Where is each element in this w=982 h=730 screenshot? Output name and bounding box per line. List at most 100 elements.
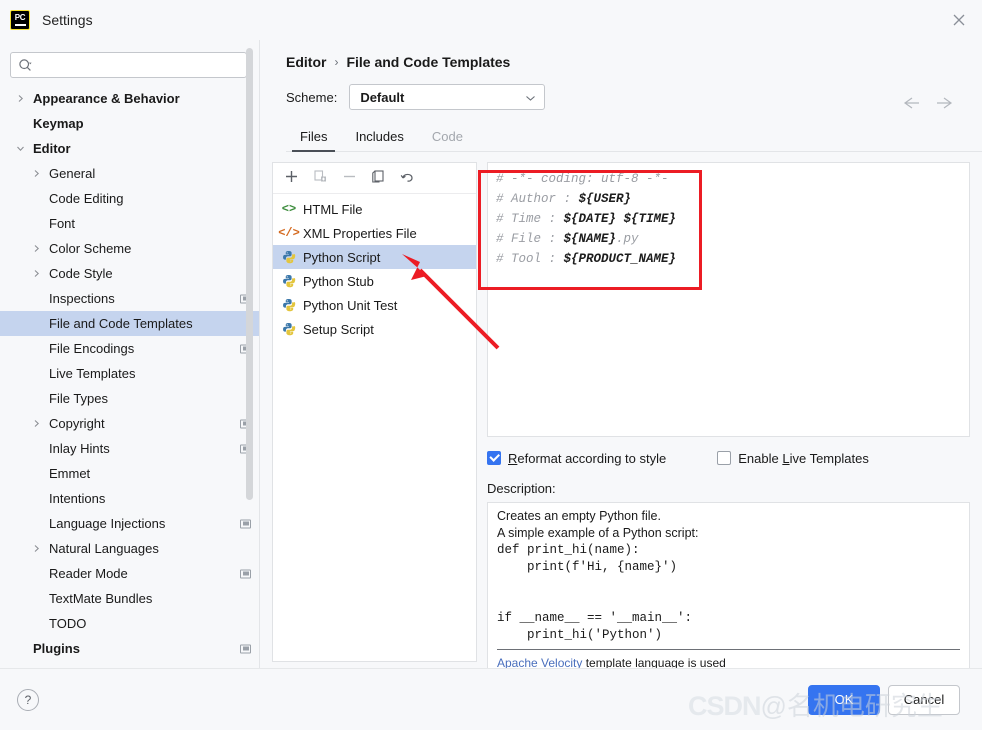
live-templates-label-post: ive Templates (789, 450, 869, 466)
reformat-checkbox[interactable] (487, 451, 501, 465)
sidebar-item-editor[interactable]: Editor (0, 136, 259, 161)
sidebar-item-label: TODO (49, 616, 87, 631)
sidebar-item-label: Natural Languages (49, 541, 159, 556)
sidebar-item-intentions[interactable]: Intentions (0, 486, 259, 511)
chevron-right-icon[interactable] (28, 244, 44, 253)
breadcrumb-current: File and Code Templates (346, 54, 511, 70)
xml-tag-icon: </> (278, 226, 300, 240)
arrow-right-icon[interactable] (936, 96, 956, 110)
search-input[interactable] (33, 56, 246, 74)
close-icon[interactable] (950, 11, 968, 29)
sidebar-item-natural-languages[interactable]: Natural Languages (0, 536, 259, 561)
reset-arrow-icon[interactable] (400, 169, 416, 187)
template-item-html-file[interactable]: <> HTML File (273, 197, 476, 221)
title-bar: PC Settings (0, 0, 982, 40)
tab-code[interactable]: Code (418, 129, 477, 151)
sidebar-item-label: Intentions (49, 491, 106, 506)
sidebar-item-appearance-behavior[interactable]: Appearance & Behavior (0, 86, 259, 111)
template-editor[interactable]: # -*- coding: utf-8 -*- # Author : ${USER… (487, 162, 970, 437)
sidebar-item-label: Keymap (33, 116, 84, 131)
chevron-right-icon[interactable] (28, 269, 44, 278)
sidebar-scrollbar[interactable] (246, 48, 253, 500)
tab-files[interactable]: Files (286, 129, 341, 152)
editor-token: # Time : (496, 212, 564, 226)
template-item-label: Python Unit Test (303, 297, 398, 313)
template-item-python-stub[interactable]: Python Stub (273, 269, 476, 293)
editor-token: # File : (496, 232, 564, 246)
sidebar-item-file-and-code-templates[interactable]: File and Code Templates (0, 311, 259, 336)
chevron-right-icon[interactable] (28, 419, 44, 428)
description-line: print(f'Hi, {name}') (497, 560, 678, 574)
dialog-footer: ? OK Cancel (0, 668, 982, 730)
sidebar-item-plugins[interactable]: Plugins (0, 636, 259, 661)
sidebar-item-color-scheme[interactable]: Color Scheme (0, 236, 259, 261)
settings-sidebar: Appearance & Behavior Keymap Editor General… (0, 40, 260, 708)
reformat-label-text: eformat according to style (517, 450, 667, 466)
search-box[interactable] (10, 52, 247, 78)
tab-includes[interactable]: Includes (341, 129, 417, 151)
live-templates-checkbox-item[interactable]: Enable Live Templates (717, 451, 869, 466)
sidebar-item-inlay-hints[interactable]: Inlay Hints (0, 436, 259, 461)
sidebar-item-language-injections[interactable]: Language Injections (0, 511, 259, 536)
duplicate-icon[interactable] (371, 169, 386, 187)
breadcrumb-parent[interactable]: Editor (286, 54, 326, 70)
pycharm-logo-icon: PC (10, 10, 30, 30)
template-item-label: HTML File (303, 201, 363, 217)
settings-sync-badge-icon (240, 569, 251, 578)
scheme-select[interactable]: Default (349, 84, 546, 110)
help-button[interactable]: ? (17, 688, 39, 711)
sidebar-item-label: File and Code Templates (49, 316, 193, 331)
sidebar-item-label: Inlay Hints (49, 441, 110, 456)
sidebar-item-todo[interactable]: TODO (0, 611, 259, 636)
search-icon (18, 58, 33, 73)
scheme-label: Scheme: (286, 89, 338, 105)
sidebar-item-code-style[interactable]: Code Style (0, 261, 259, 286)
sidebar-item-inspections[interactable]: Inspections (0, 286, 259, 311)
python-file-icon (281, 322, 297, 336)
plus-icon[interactable] (284, 169, 299, 187)
template-item-setup-script[interactable]: Setup Script (273, 317, 476, 341)
sidebar-item-live-templates[interactable]: Live Templates (0, 361, 259, 386)
cancel-button[interactable]: Cancel (888, 684, 960, 715)
chevron-right-icon[interactable] (28, 169, 44, 178)
chevron-right-icon[interactable] (28, 544, 44, 553)
chevron-down-icon[interactable] (12, 144, 28, 153)
sidebar-item-file-types[interactable]: File Types (0, 386, 259, 411)
sidebar-item-label: File Types (49, 391, 109, 406)
sidebar-item-label: Inspections (49, 291, 115, 306)
template-options-row: Reformat according to style Enable Live … (487, 448, 970, 468)
live-templates-mnemonic: L (782, 450, 790, 466)
live-templates-checkbox[interactable] (717, 451, 732, 465)
copy-template-icon[interactable] (313, 169, 328, 187)
template-item-python-unit-test[interactable]: Python Unit Test (273, 293, 476, 317)
sidebar-item-code-editing[interactable]: Code Editing (0, 186, 259, 211)
sidebar-item-font[interactable]: Font (0, 211, 259, 236)
arrow-left-icon[interactable] (900, 96, 920, 110)
scheme-row: Scheme: Default (260, 70, 982, 110)
template-item-label: Setup Script (303, 321, 374, 337)
template-editor-column: # -*- coding: utf-8 -*- # Author : ${USER… (487, 162, 970, 680)
sidebar-item-textmate-bundles[interactable]: TextMate Bundles (0, 586, 259, 611)
minus-icon[interactable] (342, 169, 357, 187)
editor-token: ${DATE} ${TIME} (563, 212, 677, 226)
sidebar-item-label: Code Editing (49, 191, 124, 206)
settings-content: Editor › File and Code Templates Scheme:… (260, 40, 982, 708)
sidebar-item-general[interactable]: General (0, 161, 259, 186)
scheme-value: Default (360, 89, 405, 105)
template-item-python-script[interactable]: Python Script (273, 245, 476, 269)
template-toolbar (273, 163, 476, 194)
sidebar-item-file-encodings[interactable]: File Encodings (0, 336, 259, 361)
reformat-checkbox-item[interactable]: Reformat according to style (487, 451, 666, 466)
sidebar-item-label: Color Scheme (49, 241, 132, 256)
python-file-icon (281, 298, 297, 312)
sidebar-item-emmet[interactable]: Emmet (0, 461, 259, 486)
ok-button[interactable]: OK (808, 684, 880, 715)
sidebar-item-copyright[interactable]: Copyright (0, 411, 259, 436)
editor-line: # Tool : ${PRODUCT_NAME} (496, 249, 961, 269)
chevron-right-icon[interactable] (12, 94, 28, 103)
sidebar-item-reader-mode[interactable]: Reader Mode (0, 561, 259, 586)
template-item-xml-properties-file[interactable]: </> XML Properties File (273, 221, 476, 245)
sidebar-item-keymap[interactable]: Keymap (0, 111, 259, 136)
sidebar-item-label: Font (49, 216, 76, 231)
description-line: print_hi('Python') (497, 628, 663, 642)
